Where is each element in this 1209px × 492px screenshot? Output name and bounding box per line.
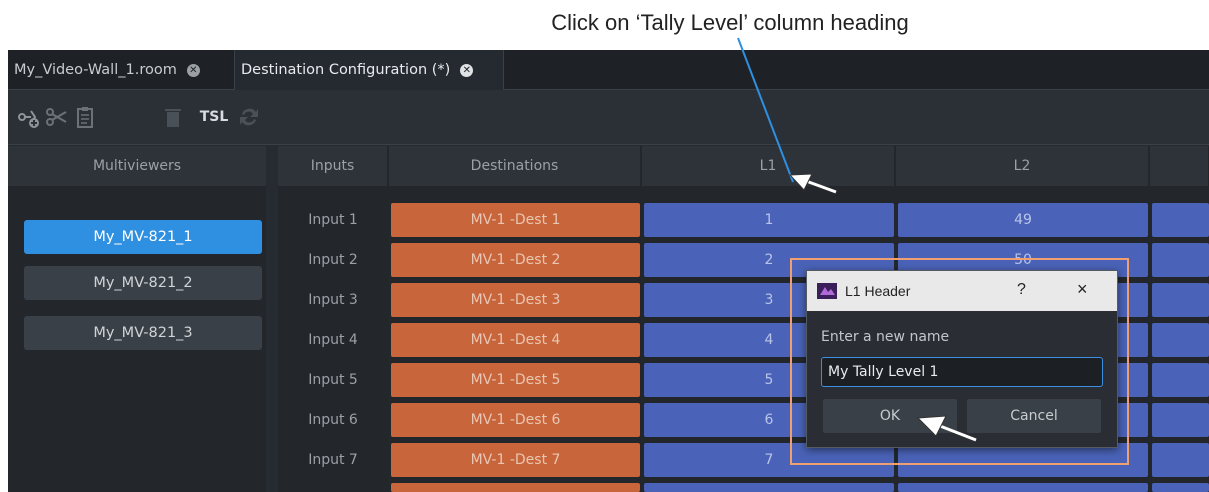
dialog-title-bar: L1 Header ? ×	[807, 271, 1117, 311]
l2-cell-partial[interactable]	[898, 483, 1148, 492]
multiviewer-item[interactable]: My_MV-821_1	[24, 220, 262, 254]
multiviewers-header: Multiviewers	[8, 146, 266, 186]
close-icon[interactable]: ✕	[460, 63, 474, 77]
cancel-button[interactable]: Cancel	[967, 399, 1101, 433]
toolbar: TSL	[8, 90, 1209, 145]
tab-video-wall[interactable]: My_Video-Wall_1.room ✕	[8, 50, 233, 90]
destination-cell[interactable]: MV-1 -Dest 7	[391, 443, 640, 477]
input-cell: Input 2	[308, 252, 358, 268]
l3-cell-partial[interactable]	[1152, 483, 1209, 492]
close-icon[interactable]: ×	[1077, 279, 1088, 300]
multiviewer-item[interactable]: My_MV-821_2	[24, 266, 262, 300]
l3-cell[interactable]	[1152, 283, 1209, 317]
column-header-l3[interactable]	[1150, 146, 1209, 186]
l3-cell[interactable]	[1152, 443, 1209, 477]
input-cell: Input 6	[308, 412, 358, 428]
clipboard-icon[interactable]	[70, 102, 100, 132]
l1-cell[interactable]: 1	[644, 203, 894, 237]
column-header-inputs[interactable]: Inputs	[278, 146, 388, 186]
destination-cell[interactable]: MV-1 -Dest 5	[391, 363, 640, 397]
ok-button[interactable]: OK	[823, 399, 957, 433]
input-cell: Input 7	[308, 452, 358, 468]
l1-cell-partial[interactable]	[644, 483, 894, 492]
dialog-prompt: Enter a new name	[821, 329, 950, 345]
l3-cell[interactable]	[1152, 203, 1209, 237]
l3-cell[interactable]	[1152, 243, 1209, 277]
l3-cell[interactable]	[1152, 363, 1209, 397]
l2-cell[interactable]: 49	[898, 203, 1148, 237]
column-header-l2[interactable]: L2	[896, 146, 1149, 186]
add-destination-icon[interactable]	[14, 102, 44, 132]
destination-cell[interactable]: MV-1 -Dest 1	[391, 203, 640, 237]
scissors-icon[interactable]	[42, 102, 72, 132]
input-cell: Input 3	[308, 292, 358, 308]
tsl-button[interactable]: TSL	[196, 104, 232, 130]
trash-icon[interactable]	[158, 102, 188, 132]
header-name-input[interactable]	[821, 357, 1103, 387]
help-icon[interactable]: ?	[1017, 281, 1026, 299]
annotation-text: Click on ‘Tally Level’ column heading	[551, 10, 909, 35]
tab-label: Destination Configuration (*)	[241, 62, 451, 78]
destination-cell-partial[interactable]	[391, 483, 640, 492]
tab-label: My_Video-Wall_1.room	[14, 62, 177, 78]
multiviewer-item[interactable]: My_MV-821_3	[24, 316, 262, 350]
destination-cell[interactable]: MV-1 -Dest 6	[391, 403, 640, 437]
l3-cell[interactable]	[1152, 323, 1209, 357]
l3-cell[interactable]	[1152, 403, 1209, 437]
destination-cell[interactable]: MV-1 -Dest 3	[391, 283, 640, 317]
l1-header-dialog: L1 Header ? × Enter a new name OK Cancel	[806, 270, 1118, 448]
tab-bar: My_Video-Wall_1.room ✕ Destination Confi…	[8, 50, 1209, 90]
dialog-title: L1 Header	[845, 283, 911, 299]
multiviewers-panel: Multiviewers My_MV-821_1 My_MV-821_2 My_…	[8, 146, 266, 492]
close-icon[interactable]: ✕	[186, 63, 200, 77]
column-header-destinations[interactable]: Destinations	[389, 146, 641, 186]
refresh-icon[interactable]	[234, 102, 264, 132]
tab-destination-configuration[interactable]: Destination Configuration (*) ✕	[234, 50, 504, 90]
input-cell: Input 5	[308, 372, 358, 388]
destination-cell[interactable]: MV-1 -Dest 4	[391, 323, 640, 357]
app-icon	[817, 283, 837, 299]
input-cell: Input 4	[308, 332, 358, 348]
column-header-l1[interactable]: L1	[642, 146, 895, 186]
destination-cell[interactable]: MV-1 -Dest 2	[391, 243, 640, 277]
input-cell: Input 1	[308, 212, 358, 228]
